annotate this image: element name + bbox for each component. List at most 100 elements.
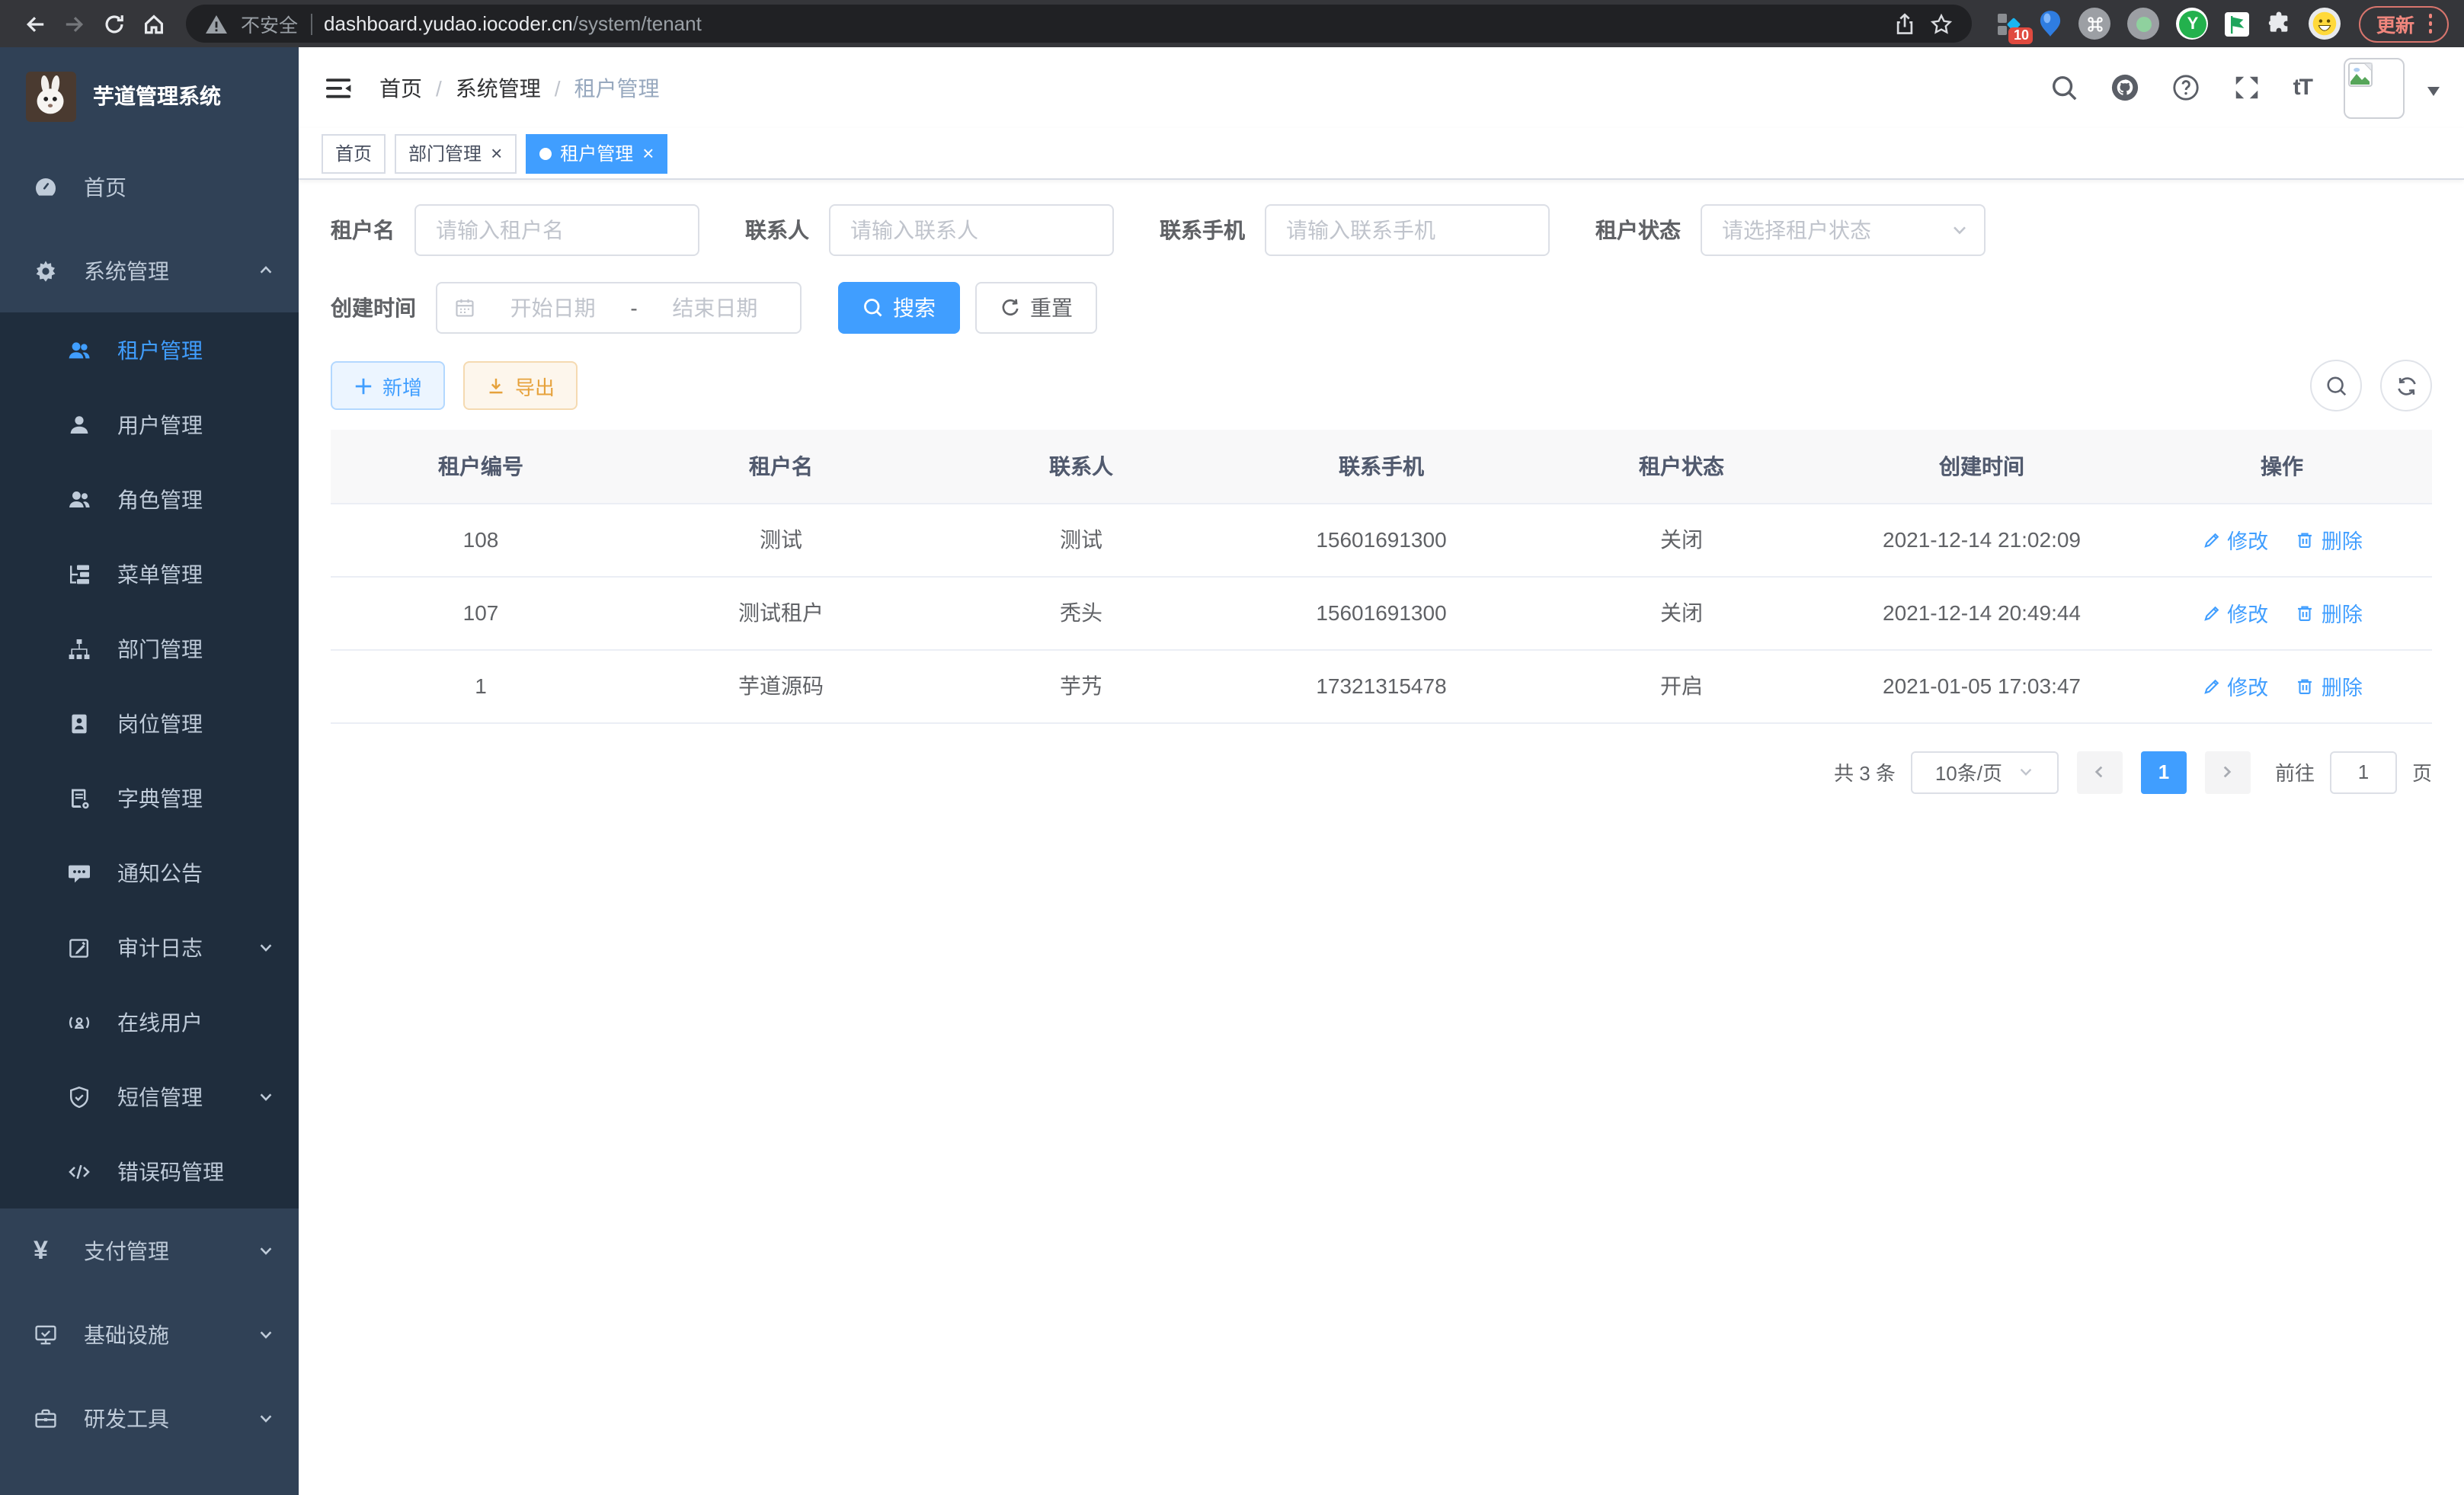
extension-green-dot-button[interactable] (2128, 8, 2160, 40)
tab-label: 部门管理 (408, 140, 482, 166)
sidebar-item-label: 岗位管理 (117, 708, 203, 738)
next-page-button[interactable] (2205, 751, 2251, 793)
browser-update-button[interactable]: 更新 (2360, 5, 2449, 42)
table-refresh-button[interactable] (2380, 360, 2432, 411)
sidebar-item-audit-log[interactable]: 审计日志 (0, 910, 299, 984)
extension-blocks-button[interactable]: 10 (1997, 11, 2023, 37)
delete-link[interactable]: 删除 (2296, 524, 2363, 555)
search-button[interactable]: 搜索 (838, 282, 960, 334)
share-button[interactable] (1893, 11, 1918, 36)
breadcrumb-system[interactable]: 系统管理 (456, 72, 541, 103)
extension-balloon-button[interactable] (2040, 9, 2062, 38)
contact-input[interactable] (829, 204, 1114, 256)
top-navbar: 首页 / 系统管理 / 租户管理 (299, 47, 2464, 128)
app-title: 芋道管理系统 (93, 81, 221, 111)
table-row: 107 测试租户 秃头 15601691300 关闭 2021-12-14 20… (331, 576, 2432, 649)
profile-avatar-button[interactable] (2309, 8, 2341, 40)
infrastructure-icon (34, 1322, 58, 1346)
edit-link[interactable]: 修改 (2201, 671, 2268, 701)
delete-link-label: 删除 (2322, 597, 2363, 628)
navbar-actions: tT (2050, 57, 2440, 118)
download-icon (486, 376, 506, 395)
delete-link[interactable]: 删除 (2296, 597, 2363, 628)
mobile-input[interactable] (1265, 204, 1550, 256)
help-button[interactable] (2171, 73, 2200, 102)
sidebar-item-departments[interactable]: 部门管理 (0, 611, 299, 686)
tenant-name-input[interactable] (414, 204, 699, 256)
delete-link[interactable]: 删除 (2296, 671, 2363, 701)
tenant-name-label: 租户名 (331, 215, 395, 245)
font-size-button[interactable]: tT (2293, 75, 2312, 101)
sidebar-item-error-codes[interactable]: 错误码管理 (0, 1134, 299, 1208)
gear-icon (34, 258, 58, 283)
avatar-dropdown-caret[interactable] (2427, 86, 2440, 101)
sidebar-item-dictionary[interactable]: 字典管理 (0, 760, 299, 835)
sidebar-item-sms[interactable]: 短信管理 (0, 1059, 299, 1134)
status-label: 租户状态 (1595, 215, 1681, 245)
sidebar-item-tenant[interactable]: 租户管理 (0, 312, 299, 387)
date-range-picker[interactable]: 开始日期 - 结束日期 (436, 282, 802, 334)
export-button[interactable]: 导出 (463, 361, 578, 410)
header-search-button[interactable] (2050, 73, 2078, 102)
sidebar-item-label: 短信管理 (117, 1081, 203, 1112)
extension-flag-button[interactable] (2226, 11, 2250, 36)
sidebar-item-roles[interactable]: 角色管理 (0, 462, 299, 536)
sidebar-toggle-button[interactable] (323, 72, 354, 103)
tab-tenant[interactable]: 租户管理 × (525, 133, 667, 173)
github-button[interactable] (2110, 73, 2139, 102)
browser-reload-button[interactable] (94, 4, 134, 43)
goto-page-input[interactable] (2330, 751, 2397, 793)
browser-home-button[interactable] (134, 4, 174, 43)
extensions-puzzle-button[interactable] (2267, 11, 2293, 37)
extension-command-button[interactable] (2079, 8, 2111, 40)
fullscreen-button[interactable] (2232, 73, 2261, 102)
user-avatar[interactable] (2344, 57, 2405, 118)
reset-button[interactable]: 重置 (975, 282, 1097, 334)
chevron-down-icon (258, 1242, 274, 1259)
sidebar-item-menus[interactable]: 菜单管理 (0, 536, 299, 611)
page-number-current[interactable]: 1 (2141, 751, 2187, 793)
app-logo (26, 71, 76, 121)
badge-icon (67, 711, 91, 735)
tenant-status-select[interactable]: 请选择租户状态 (1701, 204, 1986, 256)
edit-link[interactable]: 修改 (2201, 524, 2268, 555)
chevron-down-icon (258, 939, 274, 956)
sidebar-item-label: 租户管理 (117, 335, 203, 365)
trash-icon (2296, 603, 2315, 623)
sidebar-item-online-users[interactable]: 在线用户 (0, 984, 299, 1059)
add-button[interactable]: 新增 (331, 361, 445, 410)
edit-link[interactable]: 修改 (2201, 597, 2268, 628)
prev-page-button[interactable] (2077, 751, 2123, 793)
browser-menu-dots-icon[interactable] (2428, 14, 2432, 34)
sidebar-item-infrastructure[interactable]: 基础设施 (0, 1292, 299, 1376)
sidebar-item-payment[interactable]: ¥ 支付管理 (0, 1208, 299, 1292)
tab-close-icon[interactable]: × (642, 143, 654, 163)
page-size-select[interactable]: 10条/页 (1911, 751, 2059, 793)
sidebar-item-label: 审计日志 (117, 932, 203, 962)
sidebar-item-home[interactable]: 首页 (0, 145, 299, 229)
sidebar-item-label: 在线用户 (117, 1007, 203, 1037)
sidebar-item-label: 系统管理 (84, 255, 169, 286)
table-header-row: 租户编号 租户名 联系人 联系手机 租户状态 创建时间 操作 (331, 430, 2432, 503)
tab-departments[interactable]: 部门管理 × (395, 133, 516, 173)
sidebar-item-users[interactable]: 用户管理 (0, 387, 299, 462)
tab-home[interactable]: 首页 (322, 133, 386, 173)
cell-mobile: 15601691300 (1231, 576, 1531, 649)
sidebar-item-posts[interactable]: 岗位管理 (0, 686, 299, 760)
sidebar-item-announcements[interactable]: 通知公告 (0, 835, 299, 910)
omnibox-divider (310, 13, 312, 34)
url-bar[interactable]: 不安全 dashboard.yudao.iocoder.cn/system/te… (186, 5, 1973, 43)
sidebar-item-dev-tools[interactable]: 研发工具 (0, 1376, 299, 1460)
start-date-placeholder[interactable]: 开始日期 (485, 293, 621, 323)
cell-status: 关闭 (1531, 576, 1832, 649)
tab-close-icon[interactable]: × (491, 143, 502, 163)
sidebar-item-system[interactable]: 系统管理 (0, 229, 299, 312)
browser-forward-button[interactable] (55, 4, 94, 43)
table-search-toggle-button[interactable] (2310, 360, 2362, 411)
browser-back-button[interactable] (15, 4, 55, 43)
bookmark-star-button[interactable] (1930, 11, 1954, 36)
breadcrumb-home[interactable]: 首页 (379, 72, 422, 103)
end-date-placeholder[interactable]: 结束日期 (647, 293, 783, 323)
update-label: 更新 (2376, 9, 2414, 38)
extension-y-button[interactable]: Y (2177, 8, 2209, 40)
